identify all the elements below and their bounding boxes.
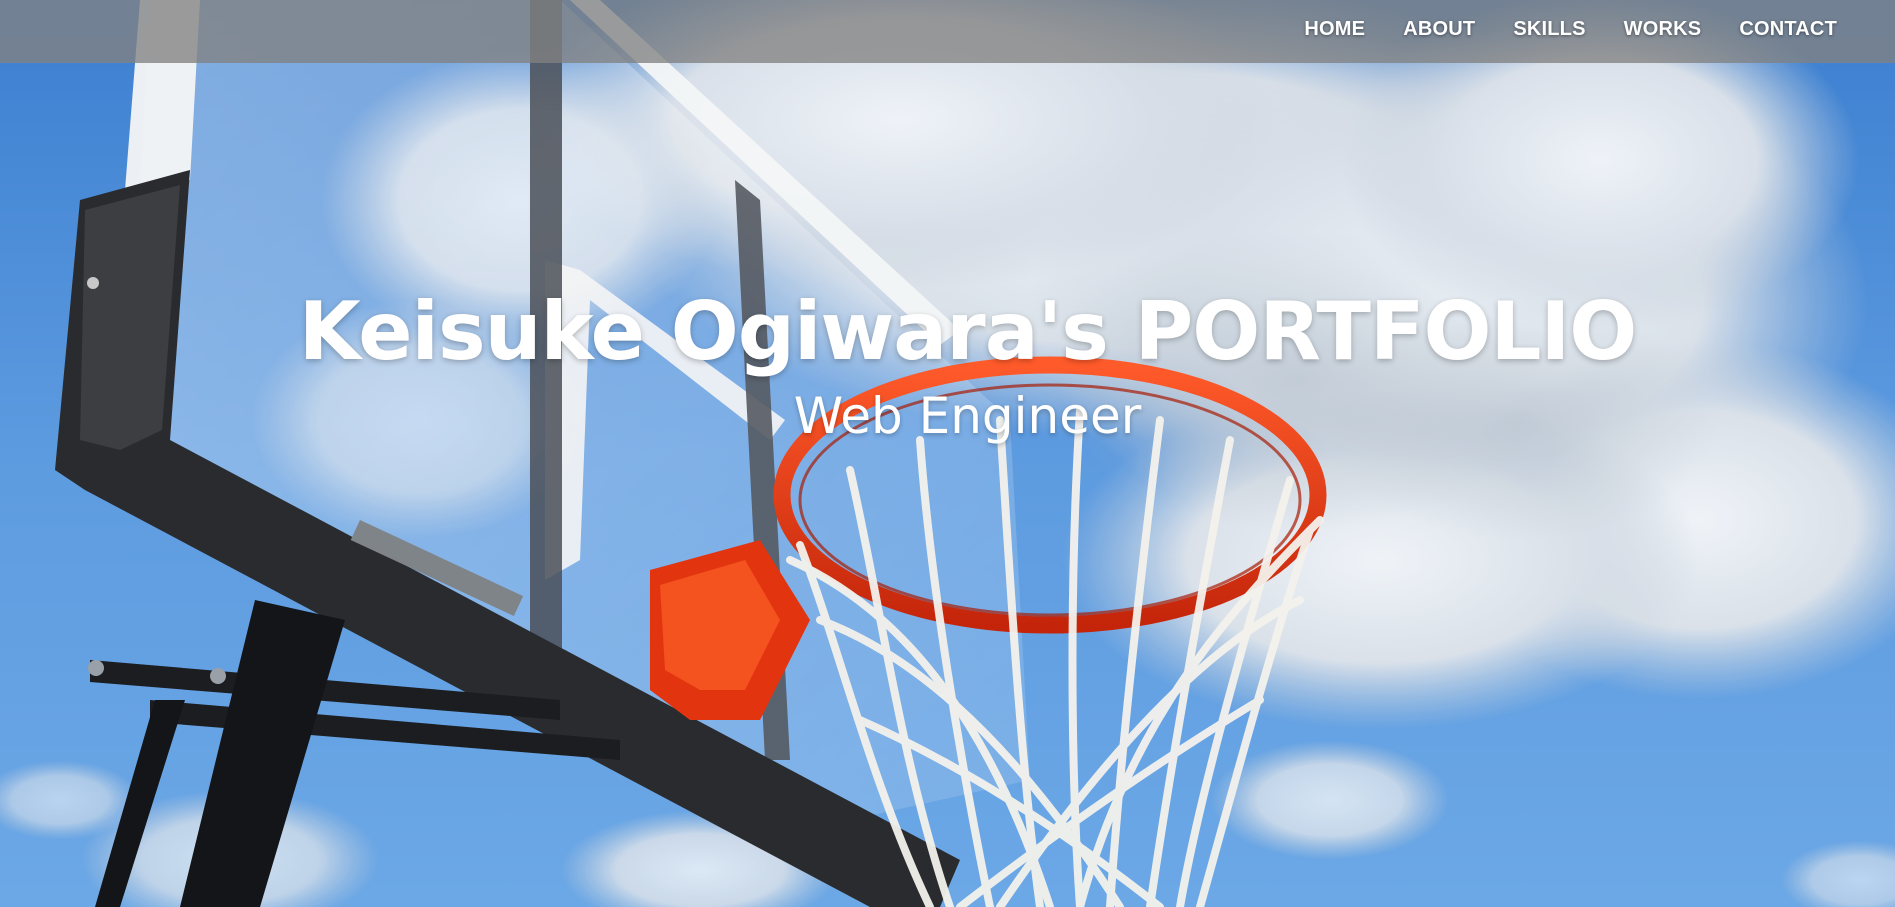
nav-item-contact: CONTACT bbox=[1739, 18, 1837, 41]
hero-section: HOME ABOUT SKILLS WORKS CONTACT Keisuke … bbox=[0, 0, 1895, 907]
nav-link-contact[interactable]: CONTACT bbox=[1739, 18, 1837, 40]
hero-background-image bbox=[0, 0, 1895, 907]
nav-link-about[interactable]: ABOUT bbox=[1403, 18, 1475, 40]
nav-item-skills: SKILLS bbox=[1513, 18, 1585, 41]
nav-link-skills[interactable]: SKILLS bbox=[1513, 18, 1585, 40]
nav-link-works[interactable]: WORKS bbox=[1624, 18, 1702, 40]
nav-link-home[interactable]: HOME bbox=[1304, 18, 1365, 40]
hero-text-block: Keisuke Ogiwara's PORTFOLIO Web Engineer bbox=[0, 282, 1895, 448]
hero-subtitle: Web Engineer bbox=[793, 387, 1142, 445]
nav-menu: HOME ABOUT SKILLS WORKS CONTACT bbox=[1266, 0, 1837, 58]
nav-item-home: HOME bbox=[1304, 18, 1365, 41]
navbar: HOME ABOUT SKILLS WORKS CONTACT bbox=[0, 0, 1895, 63]
hero-title: Keisuke Ogiwara's PORTFOLIO bbox=[298, 285, 1638, 378]
nav-item-works: WORKS bbox=[1624, 18, 1702, 41]
nav-item-about: ABOUT bbox=[1403, 18, 1475, 41]
